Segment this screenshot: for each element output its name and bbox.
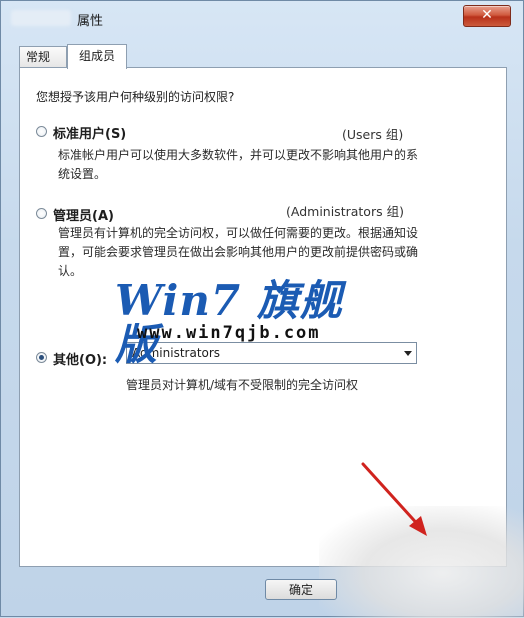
standard-user-radio[interactable] xyxy=(36,126,47,137)
tab-general[interactable]: 常规 xyxy=(19,46,67,67)
properties-dialog: 属性 ✕ 常规 组成员 您想授予该用户何种级别的访问权限? 标准用户(S) (U… xyxy=(0,0,524,618)
watermark-url: www.win7qjb.com xyxy=(137,323,321,343)
title-bar[interactable]: 属性 ✕ xyxy=(1,1,523,33)
access-level-question: 您想授予该用户何种级别的访问权限? xyxy=(36,90,235,104)
close-button[interactable]: ✕ xyxy=(463,5,511,27)
window-title: 属性 xyxy=(77,14,104,29)
administrator-group-hint: (Administrators 组) xyxy=(286,204,404,219)
blurred-title-prefix xyxy=(11,10,71,26)
other-label[interactable]: 其他(O): xyxy=(53,349,107,368)
close-icon: ✕ xyxy=(481,7,493,23)
administrator-radio[interactable] xyxy=(36,208,47,219)
other-description: 管理员对计算机/域有不受限制的完全访问权 xyxy=(126,378,359,392)
standard-user-description: 标准帐户用户可以使用大多数软件，并可以更改不影响其他用户的系统设置。 xyxy=(58,148,419,181)
ok-button[interactable]: 确定 xyxy=(265,579,337,600)
other-radio[interactable] xyxy=(36,352,47,363)
win7-watermark: Win7 旗舰版 www.win7qjb.com xyxy=(115,279,385,367)
tab-member-of[interactable]: 组成员 xyxy=(67,44,127,69)
standard-user-label[interactable]: 标准用户(S) xyxy=(53,123,126,142)
administrator-description: 管理员有计算机的完全访问权，可以做任何需要的更改。根据通知设置，可能会要求管理员… xyxy=(58,226,419,278)
administrator-label[interactable]: 管理员(A) xyxy=(53,205,114,224)
red-pointer-arrow-icon xyxy=(361,462,427,536)
chevron-down-icon[interactable] xyxy=(404,351,412,356)
standard-user-group-hint: (Users 组) xyxy=(342,127,404,142)
